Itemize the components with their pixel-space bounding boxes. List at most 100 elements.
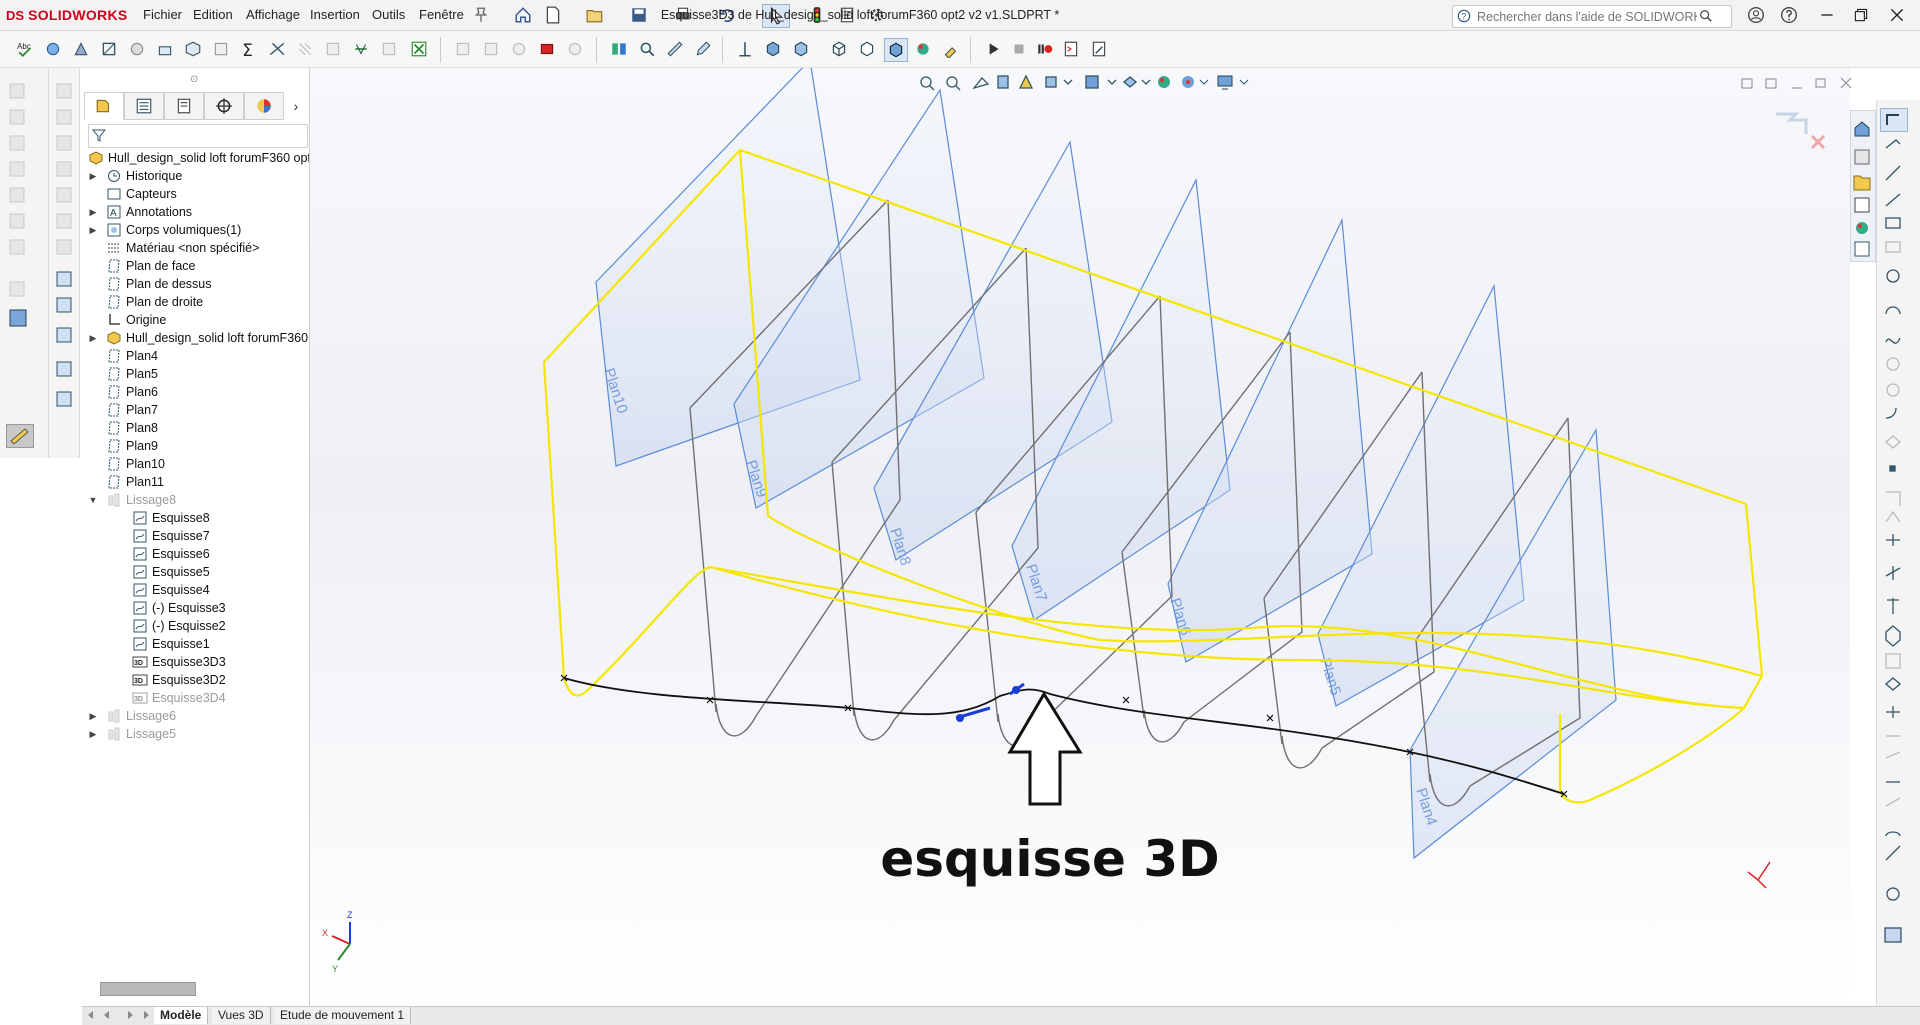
shaded-with-edges-icon[interactable] xyxy=(884,38,908,62)
svg-text:?: ? xyxy=(1461,12,1466,22)
spell-check-icon[interactable]: Abc xyxy=(14,38,36,60)
user-account-icon[interactable] xyxy=(1745,4,1767,26)
tab-more-chevron-icon[interactable]: › xyxy=(288,94,304,118)
annotation-arrow xyxy=(1007,691,1083,806)
play-icon[interactable] xyxy=(982,38,1004,60)
geometry-analysis-icon[interactable] xyxy=(182,38,204,60)
zebra-stripes-icon[interactable] xyxy=(294,38,316,60)
panel-splitter-handle[interactable]: ⊙ xyxy=(190,74,198,85)
help-question-icon: ? xyxy=(1457,9,1471,26)
evaluate-measure-icon[interactable] xyxy=(42,38,64,60)
search-icon[interactable] xyxy=(1699,9,1713,26)
symmetry-check-icon[interactable] xyxy=(350,38,372,60)
tree-horizontal-scrollbar[interactable] xyxy=(100,982,196,996)
stop-icon[interactable] xyxy=(1008,38,1030,60)
tree-filter-box[interactable] xyxy=(88,124,308,148)
tab-modele[interactable]: Modèle xyxy=(154,1007,209,1024)
toolbar-separator xyxy=(596,37,597,63)
part-icon xyxy=(88,150,104,166)
svg-text:3D: 3D xyxy=(134,678,143,685)
triad-x-label: X xyxy=(322,928,328,938)
help-icon[interactable] xyxy=(1778,4,1800,26)
tab-etude-mouvement[interactable]: Etude de mouvement 1 xyxy=(274,1007,412,1024)
mass-properties-icon[interactable] xyxy=(70,38,92,60)
assembly-visualization-icon[interactable] xyxy=(608,38,630,60)
plane-icon xyxy=(106,348,122,364)
edit-macro-icon[interactable] xyxy=(1088,38,1110,60)
plane-icon xyxy=(106,438,122,454)
tab-feature-tree[interactable] xyxy=(84,92,124,120)
sensor-icon xyxy=(106,186,122,202)
reference-axis-icon[interactable] xyxy=(734,38,756,60)
feature-manager-tabs: › xyxy=(82,92,309,120)
tab-property-manager[interactable] xyxy=(124,92,164,120)
sketch-3d-toggle-icon[interactable] xyxy=(1880,108,1908,132)
svg-text:3D: 3D xyxy=(134,660,143,667)
view-cube-icon[interactable] xyxy=(762,38,784,60)
surface-analysis-1-icon[interactable] xyxy=(452,38,474,60)
restore-window-icon[interactable] xyxy=(1850,4,1872,26)
plane-icon xyxy=(106,474,122,490)
annotation-label: esquisse 3D xyxy=(880,830,1220,888)
tab-vues-3d[interactable]: Vues 3D xyxy=(212,1007,271,1024)
plane-icon xyxy=(106,276,122,292)
sensor-tool-icon[interactable] xyxy=(126,38,148,60)
toolbar-separator xyxy=(970,37,971,63)
surface-analysis-2-icon[interactable] xyxy=(480,38,502,60)
section-properties-icon[interactable] xyxy=(98,38,120,60)
bow-stem-edge xyxy=(542,361,566,679)
svg-text:3D: 3D xyxy=(134,696,143,703)
sketch3d-icon: 3D xyxy=(132,672,148,688)
check-tool-icon[interactable] xyxy=(154,38,176,60)
measure-ruler-icon[interactable] xyxy=(6,424,34,448)
wireframe-icon[interactable] xyxy=(828,38,850,60)
measure-icon[interactable] xyxy=(664,38,686,60)
undercut-analysis-icon[interactable] xyxy=(564,38,586,60)
help-search-input[interactable] xyxy=(1475,8,1699,26)
draft-analysis-icon[interactable] xyxy=(536,38,558,60)
macro-icon[interactable] xyxy=(1060,38,1082,60)
sketch-point[interactable] xyxy=(1122,696,1130,704)
strip-tool-3-icon[interactable] xyxy=(55,82,75,425)
import-diagnostics-icon[interactable] xyxy=(210,38,232,60)
tab-dimxpert-icon[interactable] xyxy=(204,92,244,120)
interference-icon[interactable] xyxy=(636,38,658,60)
sum-equations-icon[interactable]: Σ xyxy=(238,38,260,60)
edit-pencil-icon[interactable] xyxy=(692,38,714,60)
close-window-icon[interactable] xyxy=(1886,4,1908,26)
compare-icon[interactable] xyxy=(508,38,530,60)
strip-tool-2-icon[interactable] xyxy=(8,280,34,343)
sketch-icon xyxy=(132,546,148,562)
sketch-tools-icons[interactable] xyxy=(1882,136,1912,999)
sketch-icon xyxy=(132,582,148,598)
sketch-icon xyxy=(132,528,148,544)
task-pane-icons[interactable] xyxy=(1852,118,1872,261)
history-icon xyxy=(106,168,122,184)
deviation-analysis-icon[interactable] xyxy=(266,38,288,60)
sketch-icon xyxy=(132,600,148,616)
curvature-icon[interactable] xyxy=(322,38,344,60)
edit-appearance-icon[interactable] xyxy=(940,38,962,60)
delete-x-icon[interactable] xyxy=(408,38,430,60)
hidden-lines-icon[interactable] xyxy=(856,38,878,60)
plane-icon xyxy=(106,366,122,382)
appearance-icon[interactable] xyxy=(912,38,934,60)
minimize-window-icon[interactable] xyxy=(1816,4,1838,26)
loft-icon xyxy=(106,492,122,508)
tree-item-label: Lissage5 xyxy=(126,727,177,741)
view-orientation-icon[interactable] xyxy=(790,38,812,60)
tree-item[interactable]: ▶ Lissage5 xyxy=(82,723,309,745)
tab-configuration-manager[interactable] xyxy=(164,92,204,120)
plane-icon xyxy=(106,258,122,274)
expand-arrow-icon[interactable]: ▶ xyxy=(88,723,98,745)
material-icon xyxy=(106,240,122,256)
record-icon[interactable] xyxy=(1034,38,1056,60)
sketch3d-icon: 3D xyxy=(132,654,148,670)
strip-tool-1-icon[interactable] xyxy=(8,82,28,265)
tab-display-manager[interactable] xyxy=(244,92,284,120)
help-search-field[interactable]: ? xyxy=(1452,5,1732,28)
sketch-point[interactable] xyxy=(1266,714,1274,722)
selected-spline-handles[interactable] xyxy=(955,682,1025,722)
tab-scroll-arrows[interactable] xyxy=(84,1009,154,1025)
thickness-analysis-icon[interactable] xyxy=(378,38,400,60)
